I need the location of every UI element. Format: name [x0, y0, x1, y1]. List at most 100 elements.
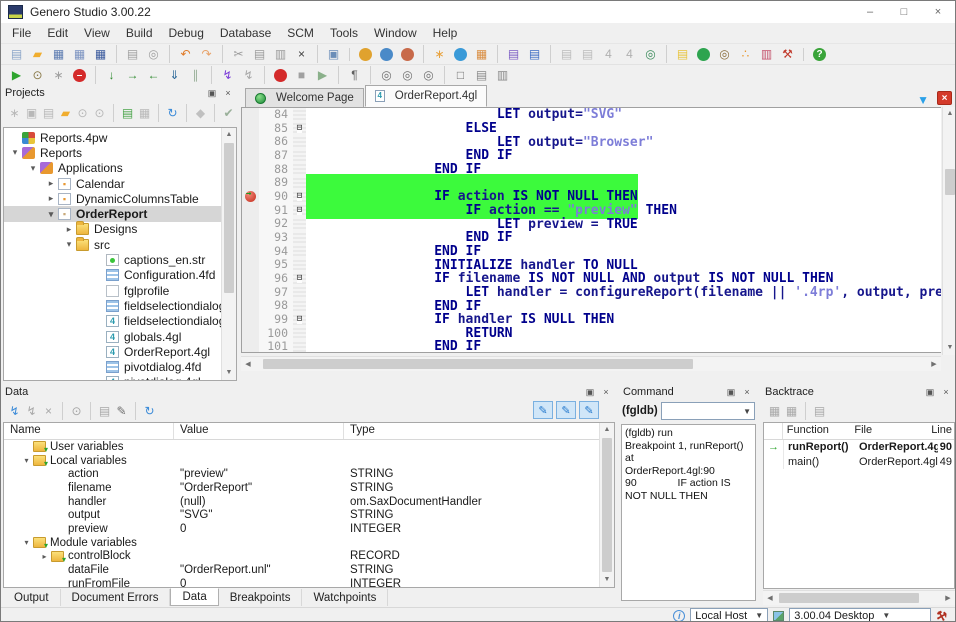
project-env-button[interactable]: ⊙ — [91, 104, 108, 122]
scroll-up-icon[interactable]: ▲ — [943, 107, 956, 121]
scroll-up-icon[interactable]: ▲ — [222, 128, 236, 142]
tree-item-globals-4gl[interactable]: 4 globals.4gl — [4, 329, 236, 344]
breakpoint-margin[interactable]: → — [242, 149, 259, 163]
tree-item-pivotdialog-4fd[interactable]: pivotdialog.4fd — [4, 359, 236, 374]
menu-item[interactable]: File — [4, 24, 39, 42]
reload-doc-button[interactable]: ▤ — [556, 45, 577, 63]
step-over-button[interactable]: → — [122, 66, 143, 84]
fold-margin[interactable]: ⊟ — [293, 313, 306, 327]
backtrace-table-header[interactable]: Function File Line — [764, 423, 954, 440]
float-panel-icon[interactable]: ▣ — [205, 88, 219, 99]
tab-output[interactable]: Output — [3, 589, 61, 606]
doc-settings-button[interactable]: ▤ — [577, 45, 598, 63]
expander-icon[interactable]: ▸ — [44, 178, 58, 189]
scroll-down-icon[interactable]: ▼ — [943, 341, 956, 355]
build-all-lightning-button[interactable]: ↯ — [238, 66, 259, 84]
edit-value-button[interactable]: ✎ — [113, 402, 130, 420]
scroll-up-icon[interactable]: ▲ — [600, 423, 614, 437]
var-module-variables[interactable]: ▾ Module variables — [4, 536, 614, 550]
fold-marker-icon[interactable]: ⊟ — [297, 315, 302, 324]
breakpoint-margin[interactable]: → — [242, 313, 259, 327]
var-filename[interactable]: filename "OrderReport" STRING — [4, 481, 614, 495]
zoom-in-button[interactable]: ◎ — [397, 66, 418, 84]
fold-margin[interactable]: ⊟ — [293, 122, 306, 136]
tree-item-dynamiccolumnstable[interactable]: ▸ ▪ DynamicColumnsTable — [4, 191, 236, 206]
tree-item-orderreport-4gl[interactable]: 4 OrderReport.4gl — [4, 344, 236, 359]
expander-icon[interactable]: ▾ — [8, 147, 22, 158]
editor-hscrollbar[interactable]: ◀ ▶ — [241, 356, 941, 371]
scroll-left-icon[interactable]: ◀ — [241, 357, 255, 371]
close-panel-icon[interactable]: × — [221, 88, 235, 99]
fold-margin[interactable] — [293, 217, 306, 231]
fold-marker-icon[interactable]: ⊟ — [297, 192, 302, 201]
remove-watch-button[interactable]: ↯ — [23, 402, 40, 420]
breakpoint-margin[interactable]: → — [242, 190, 259, 204]
show-whitespace-button[interactable]: ¶ — [344, 66, 365, 84]
save-all-button[interactable]: ▦ — [90, 45, 111, 63]
menu-item[interactable]: Tools — [322, 24, 366, 42]
breakpoint-margin[interactable]: → — [242, 122, 259, 136]
var-action[interactable]: action "preview" STRING — [4, 467, 614, 481]
copy-value-button[interactable]: ▤ — [96, 402, 113, 420]
step-into-button[interactable]: ↓ — [101, 66, 122, 84]
var-output[interactable]: output "SVG" STRING — [4, 508, 614, 522]
backtrace-row-runreport[interactable]: → runReport() OrderReport.4gl 90 — [764, 440, 954, 455]
fold-margin[interactable] — [293, 299, 306, 313]
var-local-variables[interactable]: ▾ Local variables — [4, 454, 614, 468]
zoom-out-button[interactable]: ◎ — [376, 66, 397, 84]
tree-item-pivotdialog-4gl[interactable]: 4 pivotdialog.4gl — [4, 375, 236, 381]
var-user-variables[interactable]: User variables — [4, 440, 614, 454]
fold-margin[interactable] — [293, 245, 306, 259]
global-scope-button[interactable]: ⊙ — [68, 402, 85, 420]
monitor-icon[interactable] — [773, 611, 784, 621]
column-header-line[interactable]: Line — [929, 423, 954, 439]
record-macro-button[interactable] — [274, 69, 287, 82]
project-doc-button[interactable]: ▤ — [40, 104, 57, 122]
format-edit-button-1[interactable]: ✎ — [533, 401, 553, 419]
project-check-button[interactable]: ✔ — [220, 104, 237, 122]
projects-scrollbar[interactable]: ▲ ▼ — [221, 128, 236, 380]
add-watch-button[interactable]: ↯ — [6, 402, 23, 420]
format-edit-button-2[interactable]: ✎ — [556, 401, 576, 419]
backtrace-copy-button[interactable]: ▤ — [811, 402, 828, 420]
cut-button[interactable]: ✂ — [228, 45, 249, 63]
project-package-button[interactable]: ▦ — [136, 104, 153, 122]
variables-table-header[interactable]: Name Value Type — [4, 423, 614, 440]
print-preview-button[interactable]: ◎ — [143, 45, 164, 63]
breakpoint-margin[interactable]: → — [242, 204, 259, 218]
scroll-right-icon[interactable]: ▶ — [927, 357, 941, 371]
column-header-type[interactable]: Type — [344, 423, 614, 439]
breakpoint-margin[interactable]: → — [242, 258, 259, 272]
task-list-button[interactable]: ▥ — [756, 45, 777, 63]
import-program-button[interactable]: ▤ — [524, 45, 545, 63]
close-document-button[interactable]: × — [937, 91, 952, 105]
breakpoint-margin[interactable]: → — [242, 217, 259, 231]
menu-item[interactable]: Window — [366, 24, 425, 42]
chevron-down-icon[interactable]: ▼ — [755, 611, 763, 620]
project-new-file-button[interactable]: ▤ — [119, 104, 136, 122]
link-4gl-button[interactable]: 4 — [619, 45, 640, 63]
breakpoint-margin[interactable]: → — [242, 163, 259, 177]
fold-margin[interactable] — [293, 327, 306, 341]
tab-watchpoints[interactable]: Watchpoints — [302, 589, 388, 606]
scroll-left-icon[interactable]: ◀ — [763, 591, 777, 605]
pause-button[interactable]: ∥ — [185, 66, 206, 84]
breakpoint-margin[interactable]: → — [242, 272, 259, 286]
expander-icon[interactable]: ▾ — [20, 538, 33, 547]
fold-marker-icon[interactable]: ⊟ — [297, 274, 302, 283]
zoom-reset-button[interactable]: ◎ — [418, 66, 439, 84]
tab-breakpoints[interactable]: Breakpoints — [219, 589, 303, 606]
build-ball-yellow-button[interactable] — [359, 48, 372, 61]
fold-margin[interactable] — [293, 108, 306, 122]
stop-macro-button[interactable]: ■ — [291, 66, 312, 84]
float-panel-icon[interactable]: ▣ — [923, 387, 937, 398]
build-ball-blue-button[interactable] — [380, 48, 393, 61]
tab-data[interactable]: Data — [170, 588, 218, 606]
fold-margin[interactable] — [293, 176, 306, 190]
paste-button[interactable]: ▥ — [270, 45, 291, 63]
fold-margin[interactable] — [293, 163, 306, 177]
tree-item-designs[interactable]: ▸ Designs — [4, 222, 236, 237]
fold-margin[interactable]: ⊟ — [293, 190, 306, 204]
backtrace-hscrollbar[interactable]: ◀ ▶ — [763, 590, 955, 605]
fold-margin[interactable] — [293, 231, 306, 245]
